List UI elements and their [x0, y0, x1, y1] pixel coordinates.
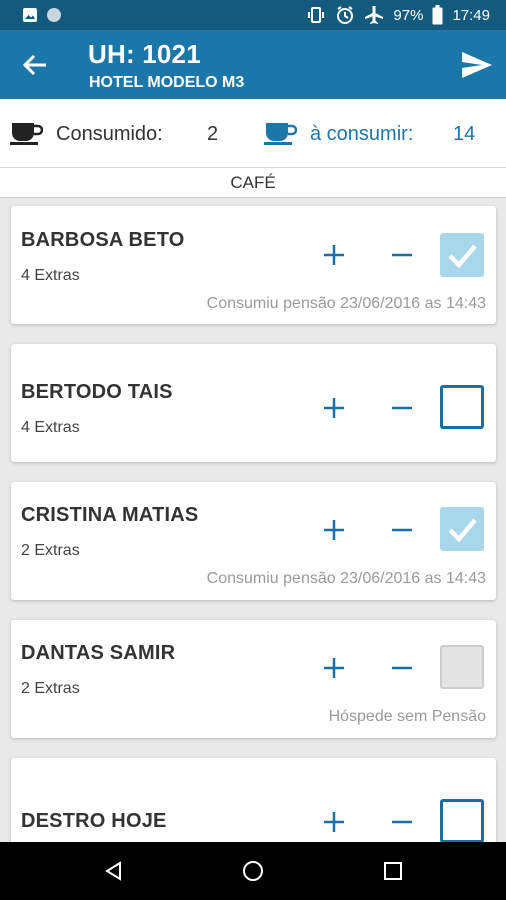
minus-icon[interactable] — [389, 809, 415, 835]
consumed-label: Consumido: — [56, 123, 163, 145]
system-nav-bar — [0, 842, 506, 900]
consumption-checkbox[interactable] — [440, 233, 484, 277]
plus-icon[interactable] — [321, 517, 347, 543]
guest-list: BARBOSA BETO 4 Extras Consumiu pensão 23… — [0, 198, 506, 842]
alarm-icon — [337, 6, 354, 24]
consumption-note: Hóspede sem Pensão — [328, 708, 486, 725]
minus-icon[interactable] — [389, 517, 415, 543]
consumption-note: Consumiu pensão 23/06/2016 as 14:43 — [206, 295, 486, 312]
page-title: UH: 1021 — [88, 39, 201, 69]
minus-icon[interactable] — [389, 242, 415, 268]
minus-icon[interactable] — [389, 395, 415, 421]
vibrate-icon — [308, 7, 325, 23]
guest-card: CRISTINA MATIAS 2 Extras Consumiu pensão… — [11, 482, 496, 600]
section-title: CAFÉ — [0, 168, 506, 198]
guest-extras: 2 Extras — [21, 680, 80, 697]
consumption-checkbox[interactable] — [440, 507, 484, 551]
guest-card: BARBOSA BETO 4 Extras Consumiu pensão 23… — [11, 206, 496, 324]
arrow-back-icon[interactable] — [20, 50, 50, 80]
to-consume-count: 14 — [453, 123, 476, 145]
recents-square-icon[interactable] — [381, 859, 405, 883]
consumption-checkbox — [440, 645, 484, 689]
image-icon — [23, 8, 37, 22]
guest-extras: 4 Extras — [21, 419, 80, 436]
checkmark-icon — [448, 518, 477, 543]
airplane-icon — [365, 6, 384, 24]
consumption-checkbox[interactable] — [440, 799, 484, 842]
clock: 17:49 — [452, 6, 490, 24]
consumed-count: 2 — [207, 123, 219, 145]
guest-card: DESTRO HOJE — [11, 758, 496, 842]
guest-name: DANTAS SAMIR — [21, 642, 176, 664]
consumption-note: Consumiu pensão 23/06/2016 as 14:43 — [206, 570, 486, 587]
consumption-summary: Consumido: 2 à consumir: 14 — [0, 99, 506, 168]
guest-name: BERTODO TAIS — [21, 381, 173, 403]
minus-icon[interactable] — [389, 655, 415, 681]
battery-percent: 97% — [393, 6, 424, 24]
plus-icon[interactable] — [321, 395, 347, 421]
guest-extras: 4 Extras — [21, 267, 80, 284]
guest-name: DESTRO HOJE — [21, 810, 167, 832]
battery-icon — [432, 5, 443, 25]
guest-card: DANTAS SAMIR 2 Extras Hóspede sem Pensão — [11, 620, 496, 738]
guest-name: CRISTINA MATIAS — [21, 504, 199, 526]
guest-name: BARBOSA BETO — [21, 229, 185, 251]
checkmark-icon — [448, 244, 477, 269]
coffee-cup-icon — [264, 123, 297, 145]
back-triangle-icon[interactable] — [102, 859, 126, 883]
consumption-checkbox[interactable] — [440, 385, 484, 429]
plus-icon[interactable] — [321, 655, 347, 681]
home-circle-icon[interactable] — [241, 859, 265, 883]
page-subtitle: HOTEL MODELO M3 — [89, 74, 245, 91]
plus-icon[interactable] — [321, 242, 347, 268]
circle-icon — [47, 8, 61, 22]
send-icon[interactable] — [460, 50, 494, 80]
to-consume-label: à consumir: — [310, 123, 414, 145]
app-bar: UH: 1021 HOTEL MODELO M3 — [0, 30, 506, 99]
status-bar: 97% 17:49 — [0, 0, 506, 30]
coffee-cup-icon — [10, 123, 43, 145]
plus-icon[interactable] — [321, 809, 347, 835]
guest-card: BERTODO TAIS 4 Extras — [11, 344, 496, 462]
guest-extras: 2 Extras — [21, 542, 80, 559]
